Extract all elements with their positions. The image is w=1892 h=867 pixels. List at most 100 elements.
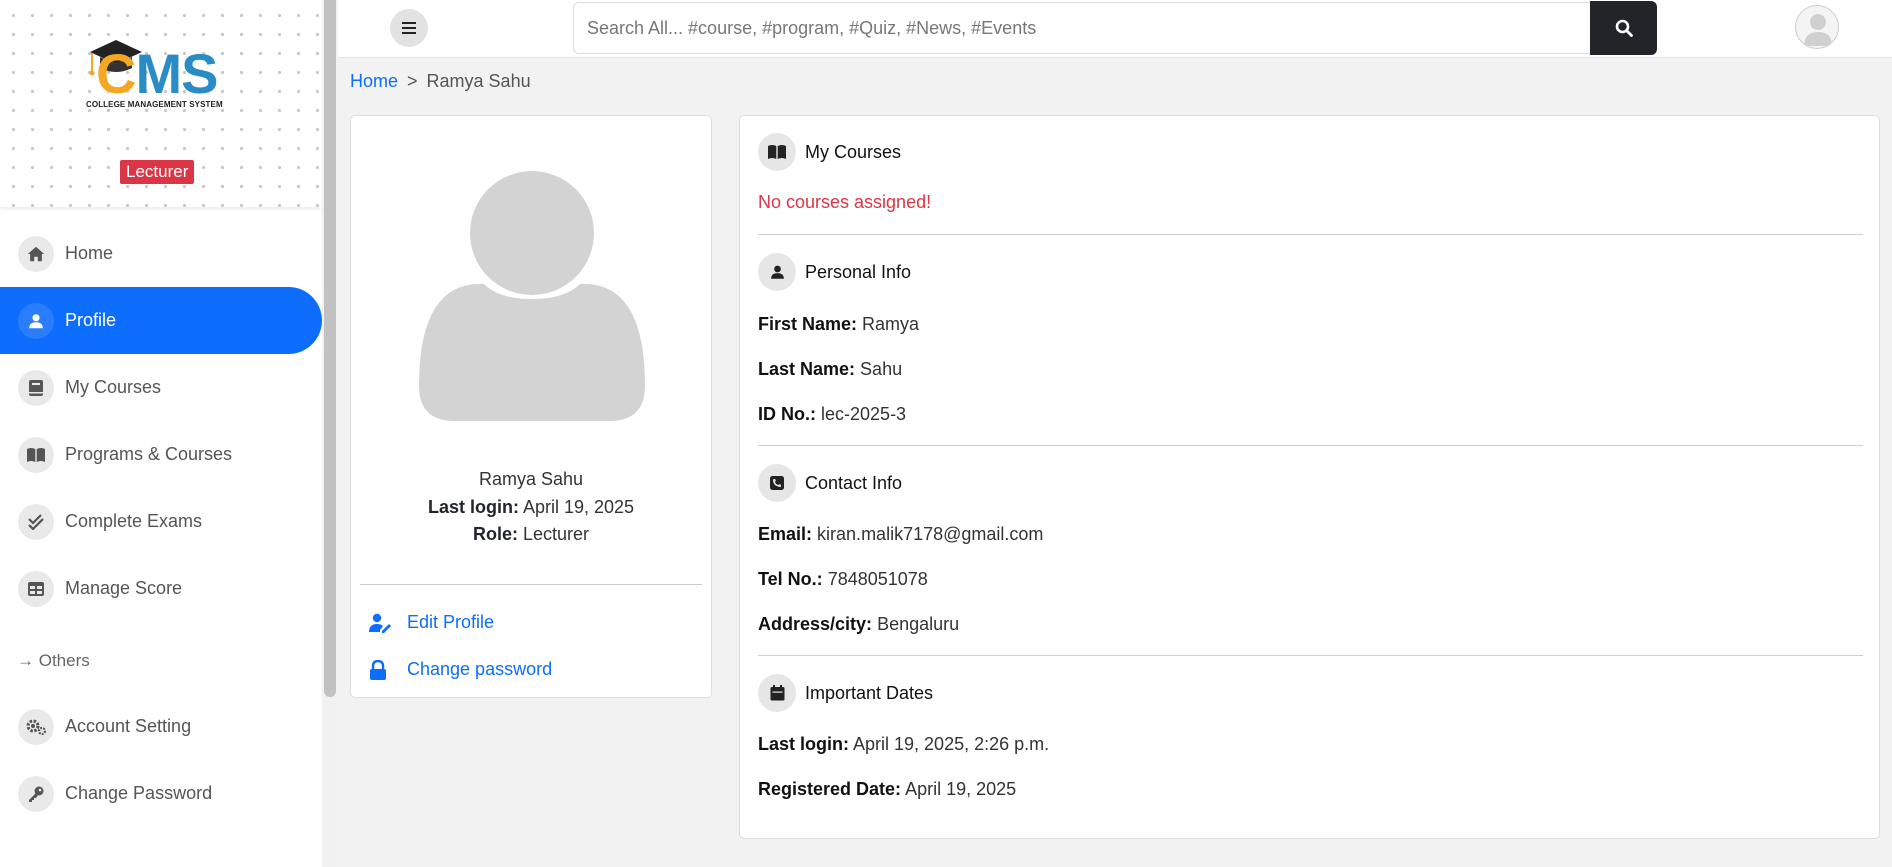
field-label: Tel No.:	[758, 569, 823, 589]
sidebar-item-label: My Courses	[65, 377, 162, 397]
my-courses-header: My Courses	[758, 133, 901, 171]
profile-last-login: Last login: April 19, 2025	[351, 497, 711, 518]
edit-profile-label: Edit Profile	[407, 612, 495, 632]
book-icon	[18, 369, 54, 406]
profile-name: Ramya Sahu	[478, 469, 584, 489]
profile-divider	[360, 584, 702, 585]
breadcrumb-current: Ramya Sahu	[426, 71, 531, 91]
email-value: kiran.malik7178@gmail.com	[817, 524, 1044, 544]
no-courses-message: No courses assigned!	[758, 192, 932, 212]
user-icon	[758, 253, 796, 291]
lock-icon	[369, 659, 395, 680]
sidebar-item-programs-courses[interactable]: Programs & Courses	[0, 421, 322, 488]
book-open-icon	[18, 436, 54, 473]
sidebar-item-home[interactable]: Home	[0, 220, 322, 287]
sidebar-item-profile[interactable]: Profile	[0, 287, 322, 354]
logo-subtitle: COLLEGE MANAGEMENT SYSTEM	[86, 100, 223, 109]
sidebar-header: CMS COLLEGE MANAGEMENT SYSTEM Lecturer	[0, 0, 322, 207]
book-open-icon	[758, 133, 796, 171]
field-label: Email:	[758, 524, 813, 544]
breadcrumb-separator: >	[407, 71, 418, 91]
search-input[interactable]	[573, 2, 1591, 54]
last-login-row: Last login: April 19, 2025, 2:26 p.m.	[758, 734, 1049, 755]
search-icon	[1615, 19, 1633, 37]
address-row: Address/city: Bengaluru	[758, 614, 959, 635]
registered-date-value: April 19, 2025	[905, 779, 1017, 799]
change-password-label: Change password	[407, 659, 553, 679]
phone-icon	[758, 464, 796, 502]
profile-details-card: My Courses No courses assigned! Personal…	[739, 115, 1880, 839]
user-icon	[18, 302, 54, 339]
address-value: Bengaluru	[877, 614, 960, 634]
registered-date-row: Registered Date: April 19, 2025	[758, 779, 1016, 800]
profile-card: Ramya Sahu Last login: April 19, 2025 Ro…	[350, 115, 712, 698]
sidebar-item-label: Home	[65, 243, 114, 263]
logo-letters-ms: MS	[135, 42, 218, 105]
logo-letter-c: C	[96, 42, 136, 105]
menu-toggle-button[interactable]	[390, 9, 428, 47]
breadcrumb: Home > Ramya Sahu	[350, 71, 531, 92]
important-dates-header: Important Dates	[758, 674, 933, 712]
sidebar-item-label: Profile	[65, 310, 117, 330]
sidebar-item-manage-score[interactable]: Manage Score	[0, 555, 322, 622]
field-label: First Name:	[758, 314, 858, 334]
logo-wordmark: CMS	[96, 42, 218, 105]
email-row: Email: kiran.malik7178@gmail.com	[758, 524, 1043, 545]
last-name-value: Sahu	[860, 359, 903, 379]
sidebar-item-label: Change Password	[65, 783, 213, 803]
last-login-label: Last login:	[427, 497, 519, 517]
personal-info-header: Personal Info	[758, 253, 911, 291]
section-title: Contact Info	[805, 472, 903, 493]
cms-logo[interactable]: CMS COLLEGE MANAGEMENT SYSTEM	[84, 38, 234, 114]
profile-avatar-placeholder	[419, 171, 645, 421]
id-row: ID No.: lec-2025-3	[758, 404, 906, 425]
first-name-row: First Name: Ramya	[758, 314, 919, 335]
sidebar-item-complete-exams[interactable]: Complete Exams	[0, 488, 322, 555]
field-label: Registered Date:	[758, 779, 902, 799]
sidebar-item-label: Programs & Courses	[65, 444, 233, 464]
section-divider	[758, 234, 1863, 235]
tel-value: 7848051078	[827, 569, 928, 589]
section-divider	[758, 445, 1863, 446]
profile-role: Role: Lecturer	[351, 524, 711, 545]
sidebar-item-label: Account Setting	[65, 716, 192, 736]
sidebar: CMS COLLEGE MANAGEMENT SYSTEM Lecturer H…	[0, 0, 322, 867]
topbar	[338, 0, 1892, 58]
calendar-icon	[758, 674, 796, 712]
home-icon	[18, 235, 54, 272]
field-label: Last login:	[758, 734, 849, 754]
last-name-row: Last Name: Sahu	[758, 359, 902, 380]
change-password-link[interactable]: Change password	[369, 659, 552, 680]
user-pen-icon	[369, 613, 395, 633]
section-divider	[758, 655, 1863, 656]
last-login-datetime: April 19, 2025, 2:26 p.m.	[853, 734, 1050, 754]
last-login-value: April 19, 2025	[522, 497, 635, 517]
table-icon	[18, 570, 54, 607]
sidebar-scrollbar-thumb[interactable]	[324, 0, 336, 697]
search-button[interactable]	[1590, 1, 1657, 55]
contact-info-header: Contact Info	[758, 464, 902, 502]
field-label: ID No.:	[758, 404, 816, 424]
edit-profile-link[interactable]: Edit Profile	[369, 612, 494, 633]
section-title: Personal Info	[805, 261, 912, 282]
sidebar-item-label: Complete Exams	[65, 511, 203, 531]
first-name-value: Ramya	[862, 314, 920, 334]
role-badge: Lecturer	[120, 160, 195, 184]
section-title: My Courses	[805, 141, 902, 162]
section-title: Important Dates	[805, 682, 934, 703]
gears-icon	[18, 708, 54, 745]
role-label: Role:	[472, 524, 518, 544]
sidebar-item-my-courses[interactable]: My Courses	[0, 354, 322, 421]
field-label: Last Name:	[758, 359, 856, 379]
tel-row: Tel No.: 7848051078	[758, 569, 928, 590]
user-avatar[interactable]	[1795, 5, 1839, 49]
check-double-icon	[18, 503, 54, 540]
id-value: lec-2025-3	[821, 404, 907, 424]
field-label: Address/city:	[758, 614, 873, 634]
sidebar-item-account-setting[interactable]: Account Setting	[0, 693, 322, 760]
others-section-label: → Others	[17, 651, 90, 670]
sidebar-item-change-password[interactable]: Change Password	[0, 760, 322, 827]
breadcrumb-home-link[interactable]: Home	[350, 71, 398, 91]
key-icon	[18, 775, 54, 812]
sidebar-item-label: Manage Score	[65, 578, 183, 598]
